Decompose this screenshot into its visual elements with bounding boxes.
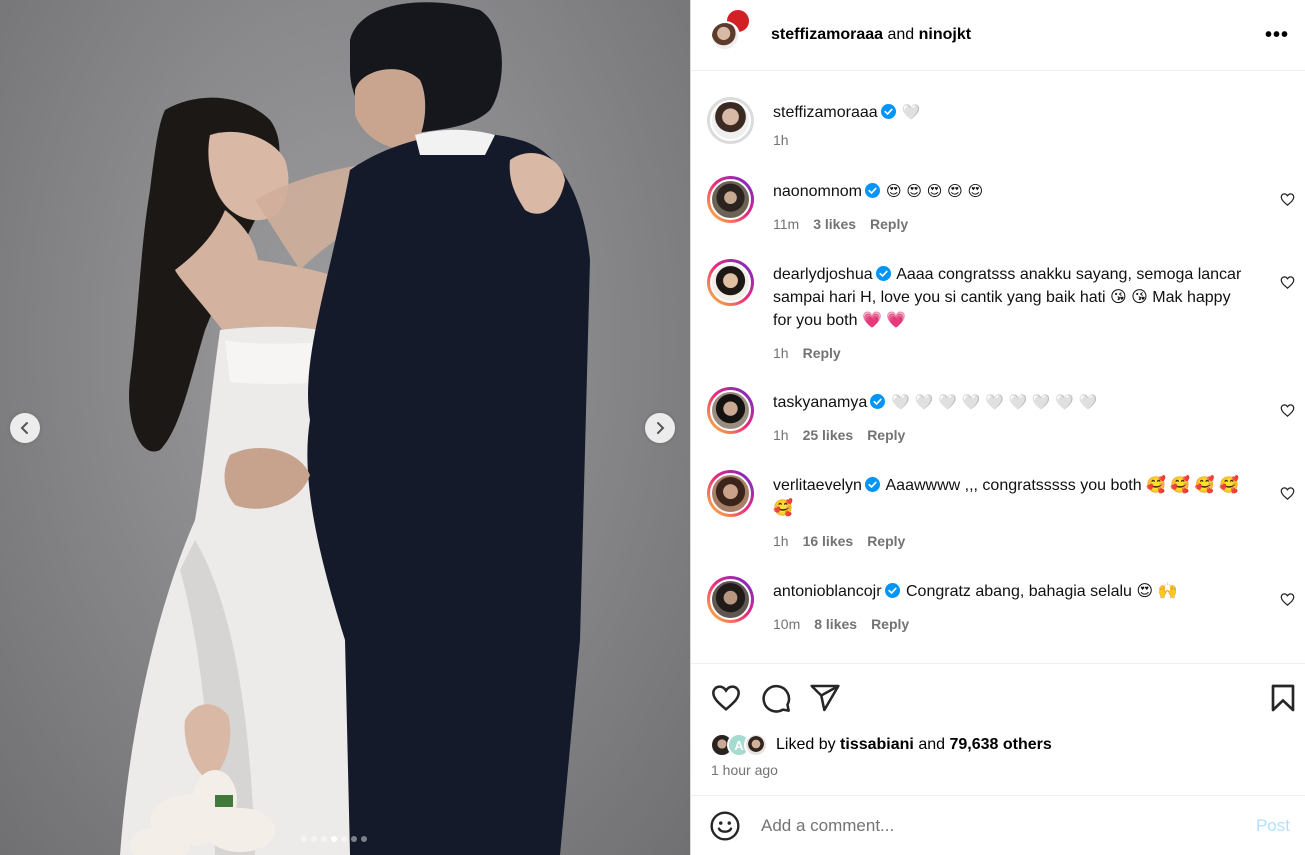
comment-username[interactable]: dearlydjoshua — [773, 266, 873, 283]
author-link[interactable]: ninojkt — [919, 26, 971, 43]
comment-text: 🤍 🤍 🤍 🤍 🤍 🤍 🤍 🤍 🤍 — [891, 393, 1098, 411]
comment-username[interactable]: antonioblancojr — [773, 583, 882, 600]
post-sidebar: steffizamoraaa and ninojkt ••• steffizam… — [690, 0, 1305, 855]
carousel-next-button[interactable] — [645, 413, 675, 443]
more-horizontal-icon: ••• — [1264, 23, 1289, 46]
post-media[interactable] — [0, 0, 690, 855]
author-connector: and — [887, 26, 915, 43]
share-icon[interactable] — [809, 682, 841, 714]
avatar-letter: A — [734, 737, 744, 753]
liked-and: and — [918, 736, 946, 753]
comment-likes[interactable]: 16 likes — [803, 533, 854, 549]
comment-time[interactable]: 11m — [773, 216, 799, 232]
bookmark-icon[interactable] — [1267, 682, 1299, 714]
verified-badge-icon — [864, 183, 880, 198]
carousel-indicator — [301, 836, 367, 842]
liked-by-text[interactable]: Liked by tissabiani and 79,638 others — [776, 736, 1052, 754]
reply-button[interactable]: Reply — [870, 216, 908, 232]
comment-likes[interactable]: 8 likes — [814, 616, 857, 632]
carousel-prev-button[interactable] — [10, 413, 40, 443]
reply-button[interactable]: Reply — [867, 533, 905, 549]
caption-text: 🤍 — [901, 103, 921, 121]
carousel-dot — [361, 836, 367, 842]
author-link[interactable]: steffizamoraaa — [771, 26, 883, 43]
avatar[interactable] — [707, 387, 754, 434]
comment-time[interactable]: 1h — [773, 132, 789, 148]
liked-others[interactable]: 79,638 others — [949, 736, 1051, 753]
chevron-right-icon — [657, 422, 665, 434]
verified-badge-icon — [864, 477, 880, 492]
comment-composer: Post — [691, 796, 1305, 855]
comment-username[interactable]: verlitaevelyn — [773, 477, 862, 494]
comment-likes[interactable]: 3 likes — [813, 216, 856, 232]
avatar[interactable] — [707, 470, 754, 517]
post-actions: A Liked by tissabiani and 79,638 others … — [691, 663, 1305, 796]
heart-icon[interactable] — [1280, 592, 1295, 607]
comment-time[interactable]: 1h — [773, 533, 789, 549]
chevron-left-icon — [20, 422, 28, 434]
heart-icon[interactable] — [1280, 192, 1295, 207]
post-authors: steffizamoraaa and ninojkt — [771, 26, 1265, 44]
post-header: steffizamoraaa and ninojkt ••• — [691, 0, 1305, 71]
comment-time[interactable]: 1h — [773, 427, 789, 443]
carousel-dot — [311, 836, 317, 842]
avatar[interactable] — [707, 176, 754, 223]
liked-prefix: Liked by — [776, 736, 836, 753]
post-photo — [120, 2, 590, 855]
comment-text: Congratz abang, bahagia selalu 😍 🙌 — [905, 583, 1178, 600]
carousel-dot — [301, 836, 307, 842]
comment-icon[interactable] — [760, 682, 792, 714]
carousel-dot — [331, 836, 337, 842]
carousel-dot — [351, 836, 357, 842]
comment-time[interactable]: 1h — [773, 345, 789, 361]
verified-badge-icon — [870, 394, 886, 409]
smiley-icon[interactable] — [709, 810, 741, 842]
post-button[interactable]: Post — [1256, 816, 1290, 836]
heart-icon[interactable] — [1280, 403, 1295, 418]
liked-user[interactable]: tissabiani — [840, 736, 914, 753]
avatar[interactable] — [710, 21, 740, 51]
collab-avatars[interactable] — [708, 8, 751, 55]
verified-badge-icon — [880, 104, 896, 119]
avatar[interactable] — [707, 259, 754, 306]
avatar[interactable] — [707, 576, 754, 623]
avatar[interactable] — [744, 733, 768, 757]
comment-time[interactable]: 10m — [773, 616, 800, 632]
comment-username[interactable]: steffizamoraaa — [773, 104, 878, 121]
comment-input[interactable] — [761, 815, 1256, 836]
heart-icon[interactable] — [1280, 275, 1295, 290]
carousel-dot — [341, 836, 347, 842]
heart-icon[interactable] — [710, 682, 742, 714]
reply-button[interactable]: Reply — [871, 616, 909, 632]
verified-badge-icon — [875, 266, 891, 281]
post-timestamp[interactable]: 1 hour ago — [711, 762, 778, 778]
avatar[interactable] — [707, 97, 754, 144]
reply-button[interactable]: Reply — [803, 345, 841, 361]
comments-list[interactable]: steffizamoraaa 🤍 1h naonomnom 😍 😍 😍 😍 😍 11… — [691, 71, 1305, 663]
comment-username[interactable]: taskyanamya — [773, 394, 867, 411]
verified-badge-icon — [884, 583, 900, 598]
heart-icon[interactable] — [1280, 486, 1295, 501]
comment-username[interactable]: naonomnom — [773, 183, 862, 200]
comment-likes[interactable]: 25 likes — [803, 427, 854, 443]
liked-by: A Liked by tissabiani and 79,638 others — [710, 733, 1052, 757]
reply-button[interactable]: Reply — [867, 427, 905, 443]
more-options-button[interactable]: ••• — [1265, 24, 1289, 47]
comment-text: 😍 😍 😍 😍 😍 — [885, 182, 984, 200]
carousel-dot — [321, 836, 327, 842]
